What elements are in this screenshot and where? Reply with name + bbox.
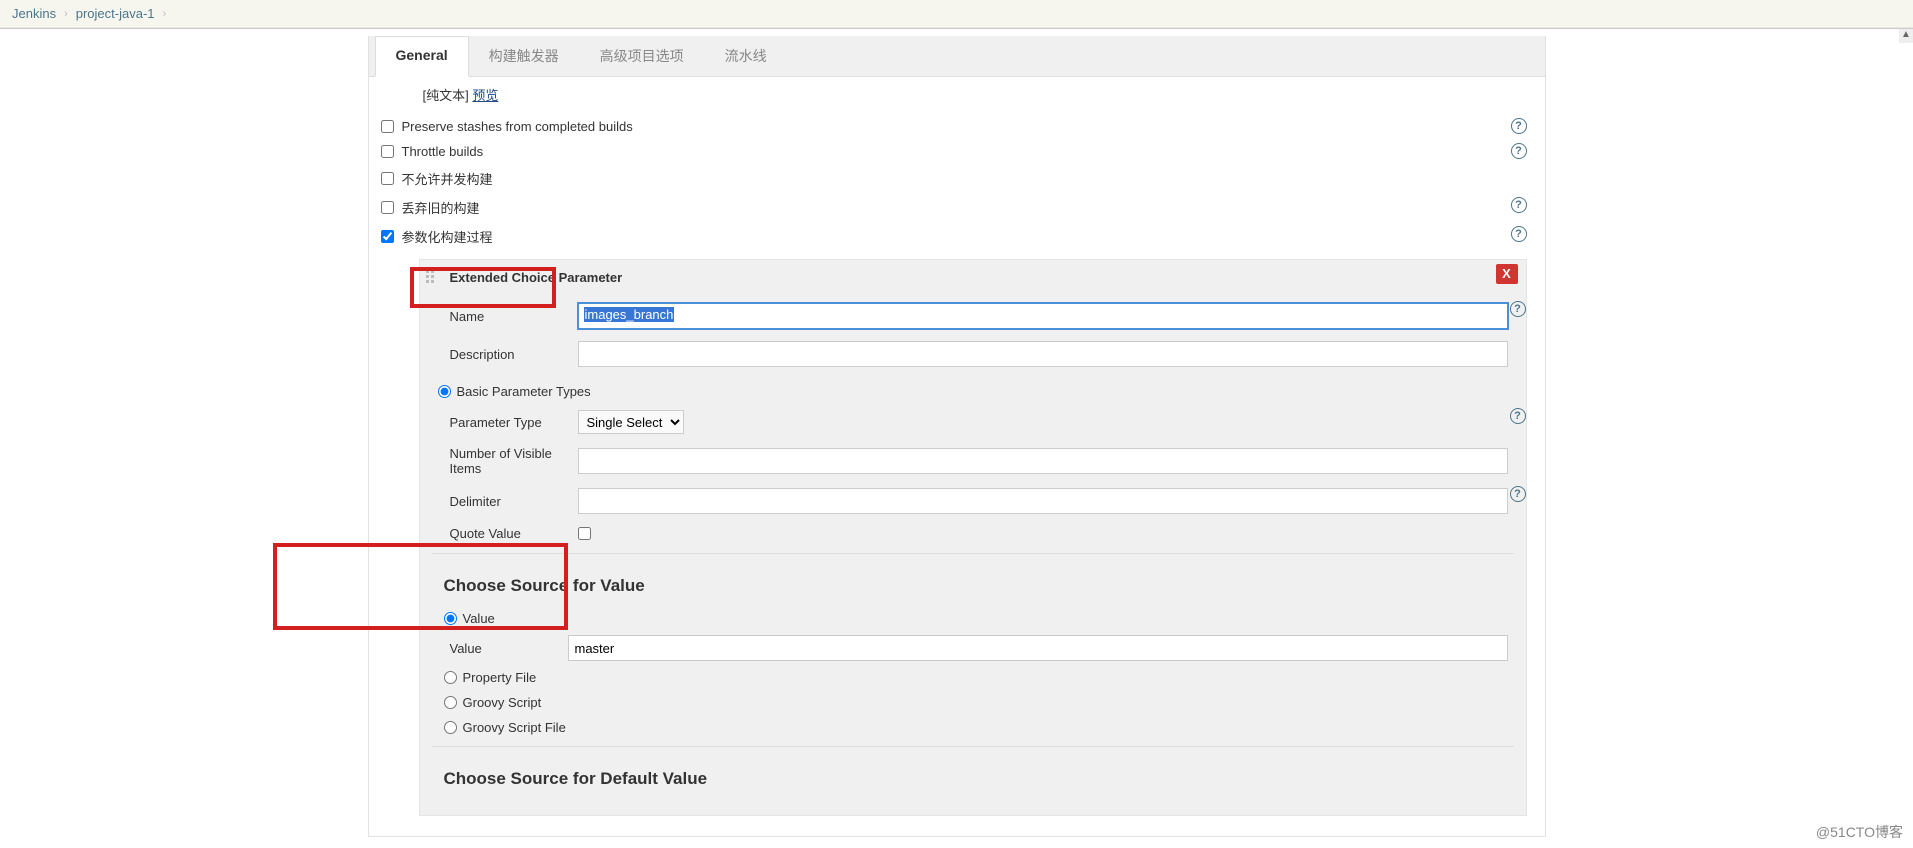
radio-property-file-label: Property File	[463, 670, 537, 685]
option-preserve-stashes: Preserve stashes from completed builds ?	[381, 114, 1527, 139]
option-discard-old: 丢弃旧的构建 ?	[381, 193, 1527, 222]
help-icon[interactable]: ?	[1511, 226, 1527, 242]
help-icon[interactable]: ?	[1511, 118, 1527, 134]
value-input[interactable]	[568, 635, 1508, 661]
radio-value[interactable]	[444, 612, 457, 625]
parameter-block: X Extended Choice Parameter Name images_…	[419, 259, 1527, 816]
delete-parameter-button[interactable]: X	[1496, 264, 1518, 284]
radio-groovy-script-label: Groovy Script	[463, 695, 542, 710]
help-icon[interactable]: ?	[1511, 143, 1527, 159]
basic-parameter-types-row: Basic Parameter Types	[420, 379, 1526, 404]
checkbox-discard-old[interactable]	[381, 201, 394, 214]
radio-value-label: Value	[463, 611, 495, 626]
option-no-concurrent: 不允许并发构建	[381, 164, 1527, 193]
help-icon[interactable]: ?	[1510, 486, 1526, 502]
breadcrumb-project[interactable]: project-java-1	[76, 6, 155, 21]
quote-value-checkbox[interactable]	[578, 527, 591, 540]
param-description-row: Description	[420, 335, 1526, 373]
parameter-type-row: Parameter Type Single Select ?	[420, 404, 1526, 440]
drag-handle-icon[interactable]	[426, 270, 434, 283]
checkbox-label: 丢弃旧的构建	[402, 198, 480, 217]
description-input[interactable]	[578, 341, 1508, 367]
config-panel: General 构建触发器 高级项目选项 流水线 [纯文本] 预览 Preser…	[368, 36, 1546, 837]
help-icon[interactable]: ?	[1510, 301, 1526, 317]
checkbox-no-concurrent[interactable]	[381, 172, 394, 185]
breadcrumb: Jenkins › project-java-1 ›	[0, 0, 1913, 28]
option-parameterized: 参数化构建过程 ?	[381, 222, 1527, 251]
source-groovy-file-row: Groovy Script File	[420, 715, 1526, 740]
chevron-right-icon: ›	[64, 8, 68, 20]
checkbox-label: Throttle builds	[402, 144, 484, 159]
tab-general[interactable]: General	[375, 36, 469, 77]
tab-pipeline[interactable]: 流水线	[705, 36, 788, 76]
scrollbar-top: ▲	[0, 28, 1913, 36]
source-property-file-row: Property File	[420, 665, 1526, 690]
checkbox-label: Preserve stashes from completed builds	[402, 119, 633, 134]
option-throttle-builds: Throttle builds ?	[381, 139, 1527, 164]
description-label: Description	[450, 347, 578, 362]
delimiter-row: Delimiter ?	[420, 482, 1526, 520]
parameter-type-label: Parameter Type	[450, 415, 578, 430]
visible-items-input[interactable]	[578, 448, 1508, 474]
visible-items-label: Number of Visible Items	[450, 446, 578, 476]
name-label: Name	[450, 309, 578, 324]
tab-advanced-options[interactable]: 高级项目选项	[580, 36, 705, 76]
radio-groovy-script[interactable]	[444, 696, 457, 709]
basic-parameter-types-label: Basic Parameter Types	[457, 384, 591, 399]
description-format-row: [纯文本] 预览	[381, 85, 1527, 104]
tab-build-triggers[interactable]: 构建触发器	[469, 36, 580, 76]
parameter-type-select[interactable]: Single Select	[578, 410, 684, 434]
checkbox-preserve-stashes[interactable]	[381, 120, 394, 133]
visible-items-row: Number of Visible Items	[420, 440, 1526, 482]
source-groovy-script-row: Groovy Script	[420, 690, 1526, 715]
parameter-block-title: Extended Choice Parameter	[420, 260, 1526, 297]
tab-bar: General 构建触发器 高级项目选项 流水线	[369, 36, 1545, 77]
watermark: @51CTO博客	[1816, 822, 1903, 842]
radio-property-file[interactable]	[444, 671, 457, 684]
quote-value-label: Quote Value	[450, 526, 578, 541]
choose-source-value-heading: Choose Source for Value	[420, 560, 1526, 606]
help-icon[interactable]: ?	[1510, 408, 1526, 424]
delimiter-label: Delimiter	[450, 494, 578, 509]
radio-groovy-file-label: Groovy Script File	[463, 720, 566, 735]
radio-groovy-file[interactable]	[444, 721, 457, 734]
breadcrumb-root[interactable]: Jenkins	[12, 6, 56, 21]
help-icon[interactable]: ?	[1511, 197, 1527, 213]
checkbox-parameterized[interactable]	[381, 230, 394, 243]
value-label: Value	[450, 641, 568, 656]
source-value-radio-row: Value	[420, 606, 1526, 631]
preview-link[interactable]: 预览	[472, 88, 498, 103]
chevron-right-icon: ›	[163, 8, 167, 20]
checkbox-label: 不允许并发构建	[402, 169, 493, 188]
plain-text-label: [纯文本]	[423, 88, 469, 103]
radio-basic-parameter-types[interactable]	[438, 385, 451, 398]
choose-source-default-heading: Choose Source for Default Value	[420, 753, 1526, 799]
delimiter-input[interactable]	[578, 488, 1508, 514]
name-input[interactable]	[578, 303, 1508, 329]
quote-value-row: Quote Value	[420, 520, 1526, 547]
param-name-row: Name images_branch ?	[420, 297, 1526, 335]
checkbox-throttle-builds[interactable]	[381, 145, 394, 158]
checkbox-label: 参数化构建过程	[402, 227, 493, 246]
value-input-row: Value	[420, 631, 1526, 665]
